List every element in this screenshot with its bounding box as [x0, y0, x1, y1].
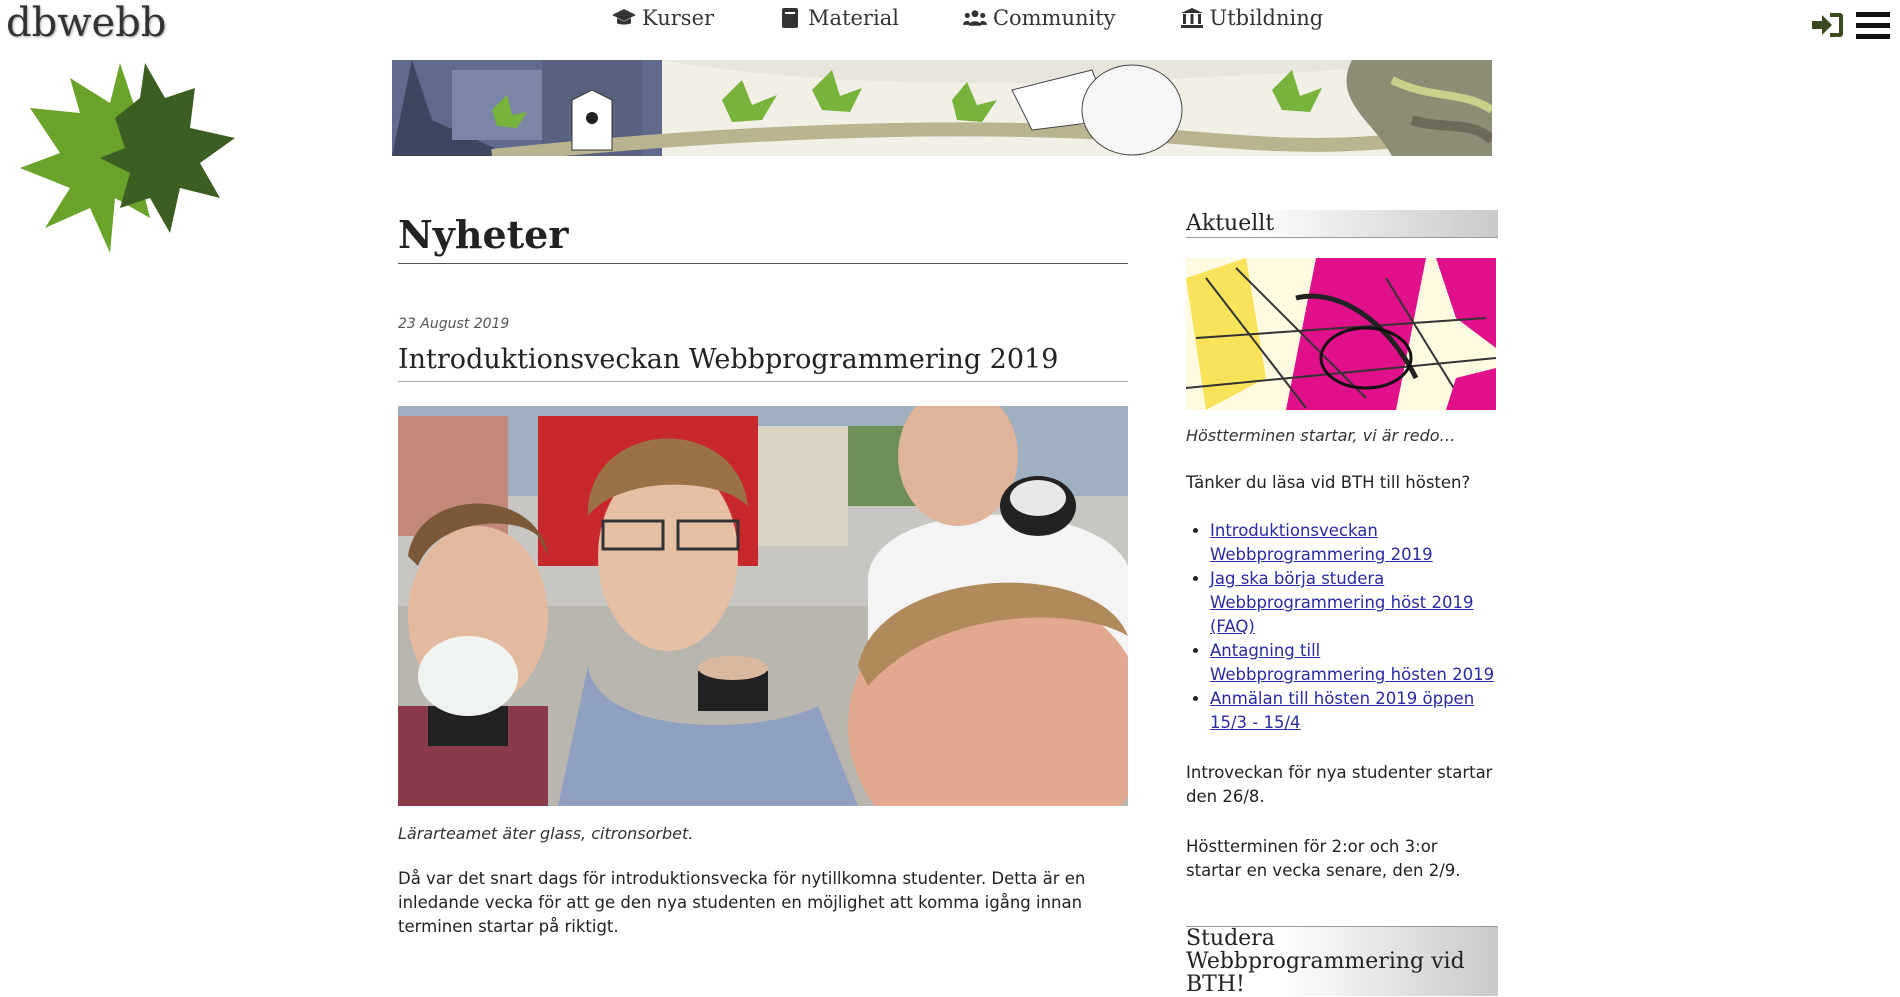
main-content: Nyheter 23 August 2019 Introduktionsveck… — [398, 200, 1148, 956]
post-body: Då var det snart dags för introduktionsv… — [398, 869, 1086, 936]
post-photo — [398, 386, 1148, 866]
nav-item-material[interactable]: Material — [778, 6, 899, 30]
sidebar-image — [1185, 258, 1497, 410]
top-navigation: Kurser Material Community Utbildning — [612, 6, 1387, 30]
users-icon — [962, 10, 987, 26]
sidebar-term-note: Höstterminen för 2:or och 3:or startar e… — [1186, 837, 1461, 880]
nav-item-utbildning[interactable]: Utbildning — [1180, 6, 1324, 30]
header-banner-image — [392, 60, 1492, 156]
nav-item-kurser[interactable]: Kurser — [612, 6, 714, 30]
maple-leaf-logo-icon[interactable] — [20, 58, 250, 258]
post-photo-caption: Lärarteamet äter glass, citronsorbet. — [398, 824, 694, 843]
sidebar-question: Tänker du läsa vid BTH till hösten? — [1186, 473, 1471, 492]
post-title[interactable]: Introduktionsveckan Webbprogrammering 20… — [398, 344, 1128, 382]
sidebar-link-introveckan[interactable]: Introduktionsveckan Webbprogrammering 20… — [1210, 521, 1433, 564]
sidebar-link-list: Introduktionsveckan Webbprogrammering 20… — [1186, 519, 1498, 735]
nav-label-material: Material — [808, 6, 899, 30]
post-date: 23 August 2019 — [398, 316, 510, 332]
book-icon — [782, 8, 799, 28]
sign-in-icon[interactable] — [1810, 11, 1844, 39]
sidebar-heading-study: Studera Webbprogrammering vid BTH! — [1186, 926, 1498, 996]
nav-label-community: Community — [992, 6, 1116, 30]
sidebar-heading: Aktuellt — [1186, 210, 1498, 238]
sidebar: Aktuellt Höstterminen startar, vi är red… — [1185, 210, 1498, 996]
site-logo-text[interactable]: dbwebb — [6, 0, 166, 46]
nav-label-kurser: Kurser — [642, 6, 715, 30]
page-title: Nyheter — [398, 212, 1128, 264]
list-item: Jag ska börja studera Webbprogrammering … — [1210, 567, 1498, 639]
list-item: Introduktionsveckan Webbprogrammering 20… — [1210, 519, 1498, 567]
list-item: Antagning till Webbprogrammering hösten … — [1210, 639, 1498, 687]
hamburger-menu-icon[interactable] — [1856, 10, 1890, 40]
sidebar-link-anmalan[interactable]: Anmälan till hösten 2019 öppen 15/3 - 15… — [1210, 689, 1474, 732]
list-item: Anmälan till hösten 2019 öppen 15/3 - 15… — [1210, 687, 1498, 735]
top-right-controls — [1810, 10, 1890, 40]
nav-item-community[interactable]: Community — [962, 6, 1116, 30]
nav-label-utbildning: Utbildning — [1209, 6, 1324, 30]
sidebar-link-antagning[interactable]: Antagning till Webbprogrammering hösten … — [1210, 641, 1494, 684]
sidebar-intro-note: Introveckan för nya studenter startar de… — [1186, 763, 1493, 806]
sidebar-link-faq[interactable]: Jag ska börja studera Webbprogrammering … — [1210, 569, 1474, 636]
sidebar-image-caption: Höstterminen startar, vi är redo… — [1186, 426, 1456, 445]
graduation-cap-icon — [612, 9, 636, 25]
institution-icon — [1180, 8, 1203, 28]
